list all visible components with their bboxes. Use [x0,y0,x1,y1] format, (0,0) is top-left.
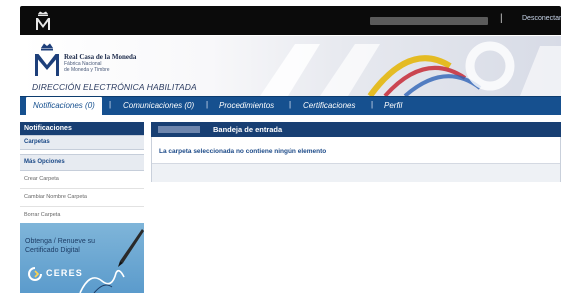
nav-separator: | [371,100,374,109]
nav-separator: | [109,100,112,109]
pen-signature-icon [79,229,144,293]
ceres-logo-icon [28,267,42,281]
org-subtitle-line2: de Moneda y Timbre [64,67,110,73]
top-bar: | Desconectar [20,6,561,35]
inbox-footer-strip [152,163,560,182]
ceres-promo-line2: Certificado Digital [25,247,80,254]
top-separator: | [500,13,503,24]
user-name-redacted [370,17,488,25]
tab-certificaciones[interactable]: Certificaciones [303,97,355,115]
fnmt-logo-icon [35,43,59,76]
tab-procedimientos[interactable]: Procedimientos [219,97,274,115]
tab-comunicaciones[interactable]: Comunicaciones (0) [123,97,194,115]
disconnect-link[interactable]: Desconectar [522,15,561,22]
sidebar-item-create-folder[interactable]: Crear Carpeta [20,171,144,189]
sidebar-item-rename-folder[interactable]: Cambiar Nombre Carpeta [20,189,144,207]
nav-separator: | [206,100,209,109]
tab-notificaciones[interactable]: Notificaciones (0) [26,97,102,115]
sidebar: Notificaciones Carpetas Más Opciones Cre… [20,122,144,293]
inbox-header: Bandeja de entrada [151,122,561,137]
inbox-panel: La carpeta seleccionada no contiene ning… [151,137,561,182]
sidebar-header: Notificaciones [20,122,144,135]
inbox-title: Bandeja de entrada [213,125,283,134]
ceres-promo-text: Obtenga / Renueve su Certificado Digital [25,237,95,255]
crown-m-logo-icon [36,11,50,30]
tab-perfil[interactable]: Perfil [384,97,402,115]
ceres-promo-banner[interactable]: Obtenga / Renueve su Certificado Digital… [20,223,144,293]
empty-folder-message: La carpeta seleccionada no contiene ning… [159,148,327,155]
section-title: DIRECCIÓN ELECTRÓNICA HABILITADA [32,82,197,92]
folder-name-redacted [158,126,200,133]
header-banner: Real Casa de la Moneda Fábrica Nacional … [20,36,561,96]
nav-separator: | [289,100,292,109]
org-subtitle: Fábrica Nacional de Moneda y Timbre [64,61,110,73]
sidebar-folders[interactable]: Carpetas [20,135,144,150]
main-nav: Notificaciones (0) | Comunicaciones (0) … [20,96,561,115]
ceres-promo-line1: Obtenga / Renueve su [25,238,96,245]
ceres-brand: CERES [46,268,84,278]
sidebar-more-options: Más Opciones [20,154,144,171]
org-name: Real Casa de la Moneda [64,53,137,61]
